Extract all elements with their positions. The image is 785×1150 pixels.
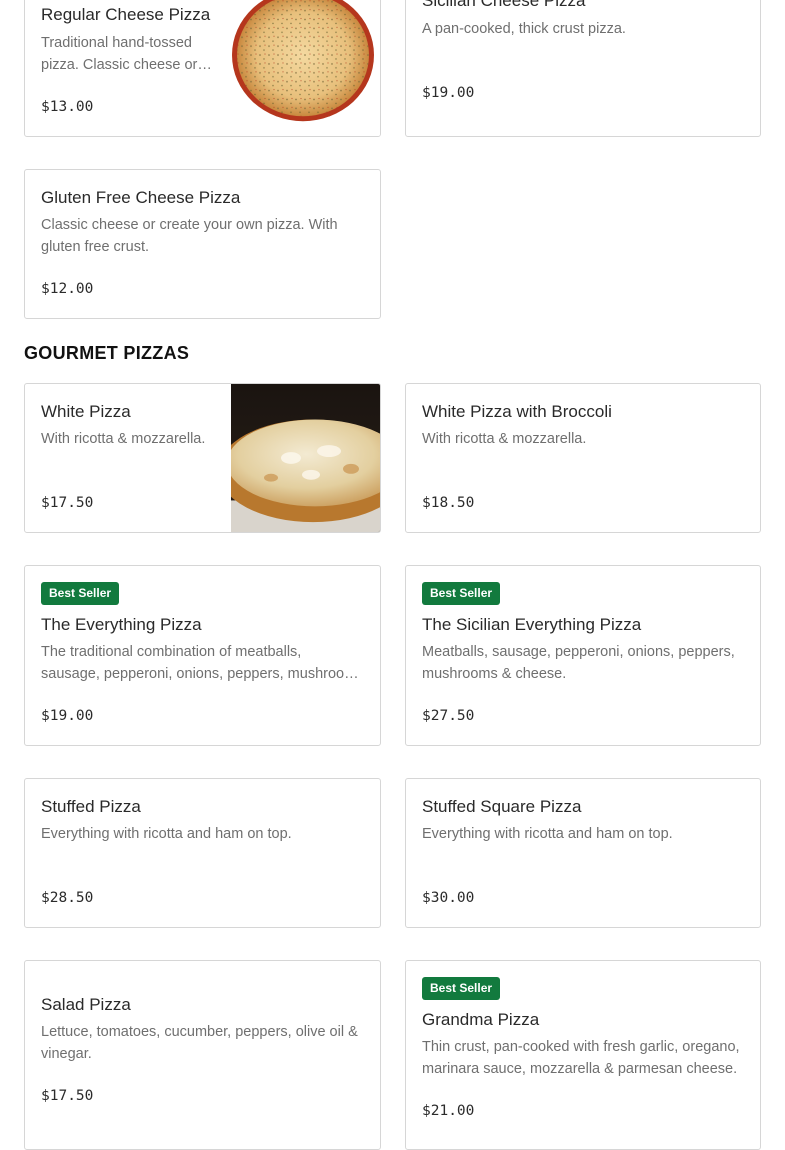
- menu-item-gluten-free-cheese-pizza[interactable]: Gluten Free Cheese Pizza Classic cheese …: [24, 169, 381, 319]
- item-description: The traditional combination of meatballs…: [41, 644, 364, 682]
- item-price: $19.00: [41, 708, 94, 724]
- cheese-pizza-image: [231, 0, 380, 136]
- best-seller-badge: Best Seller: [422, 977, 501, 1000]
- item-description: Everything with ricotta and ham on top.: [41, 826, 292, 842]
- item-price: $13.00: [41, 99, 94, 115]
- item-description: Everything with ricotta and ham on top.: [422, 826, 673, 842]
- menu-item-regular-cheese-pizza[interactable]: Regular Cheese Pizza Traditional hand-to…: [24, 0, 381, 137]
- item-price: $17.50: [41, 1088, 94, 1104]
- item-description: Lettuce, tomatoes, cucumber, peppers, ol…: [41, 1024, 358, 1062]
- menu-item-stuffed-square-pizza[interactable]: Stuffed Square Pizza Everything with ric…: [405, 778, 761, 928]
- best-seller-badge: Best Seller: [422, 582, 501, 605]
- item-name: Stuffed Square Pizza: [422, 797, 582, 816]
- item-price: $28.50: [41, 890, 94, 906]
- menu-item-salad-pizza[interactable]: Salad Pizza Lettuce, tomatoes, cucumber,…: [24, 960, 381, 1150]
- item-name: Regular Cheese Pizza: [41, 5, 211, 24]
- item-description: Classic cheese or create your own pizza.…: [41, 217, 338, 255]
- menu-item-white-pizza[interactable]: White Pizza With ricotta & mozzarella. $…: [24, 383, 381, 533]
- item-name: Gluten Free Cheese Pizza: [41, 188, 241, 207]
- item-description: Meatballs, sausage, pepperoni, onions, p…: [422, 644, 735, 682]
- best-seller-badge: Best Seller: [41, 582, 120, 605]
- menu-item-the-sicilian-everything-pizza[interactable]: Best Seller The Sicilian Everything Pizz…: [405, 565, 761, 746]
- item-name: Stuffed Pizza: [41, 797, 141, 816]
- menu-item-sicilian-cheese-pizza[interactable]: Sicilian Cheese Pizza A pan-cooked, thic…: [405, 0, 761, 137]
- item-price: $17.50: [41, 495, 94, 511]
- menu-item-stuffed-pizza[interactable]: Stuffed Pizza Everything with ricotta an…: [24, 778, 381, 928]
- item-price: $18.50: [422, 495, 475, 511]
- item-name: Grandma Pizza: [422, 1010, 540, 1029]
- item-price: $12.00: [41, 281, 94, 297]
- item-name: The Everything Pizza: [41, 615, 202, 634]
- item-name: Sicilian Cheese Pizza: [422, 0, 586, 10]
- item-description: A pan-cooked, thick crust pizza.: [422, 21, 626, 37]
- white-pizza-image: [231, 384, 380, 532]
- item-price: $27.50: [422, 708, 475, 724]
- menu-item-the-everything-pizza[interactable]: Best Seller The Everything Pizza The tra…: [24, 565, 381, 746]
- item-price: $21.00: [422, 1103, 475, 1119]
- section-title: GOURMET PIZZAS: [24, 343, 190, 363]
- item-description: With ricotta & mozzarella.: [41, 431, 206, 447]
- item-description: Thin crust, pan-cooked with fresh garlic…: [422, 1039, 740, 1077]
- item-description: With ricotta & mozzarella.: [422, 431, 587, 447]
- item-name: White Pizza with Broccoli: [422, 402, 612, 421]
- menu-item-grandma-pizza[interactable]: Best Seller Grandma Pizza Thin crust, pa…: [405, 960, 761, 1150]
- menu-item-white-pizza-with-broccoli[interactable]: White Pizza with Broccoli With ricotta &…: [405, 383, 761, 533]
- item-description: Traditional hand-tossed pizza. Classic c…: [41, 35, 198, 73]
- item-price: $19.00: [422, 85, 475, 101]
- item-name: Salad Pizza: [41, 995, 131, 1014]
- item-name: The Sicilian Everything Pizza: [422, 615, 642, 634]
- item-name: White Pizza: [41, 402, 131, 421]
- item-price: $30.00: [422, 890, 475, 906]
